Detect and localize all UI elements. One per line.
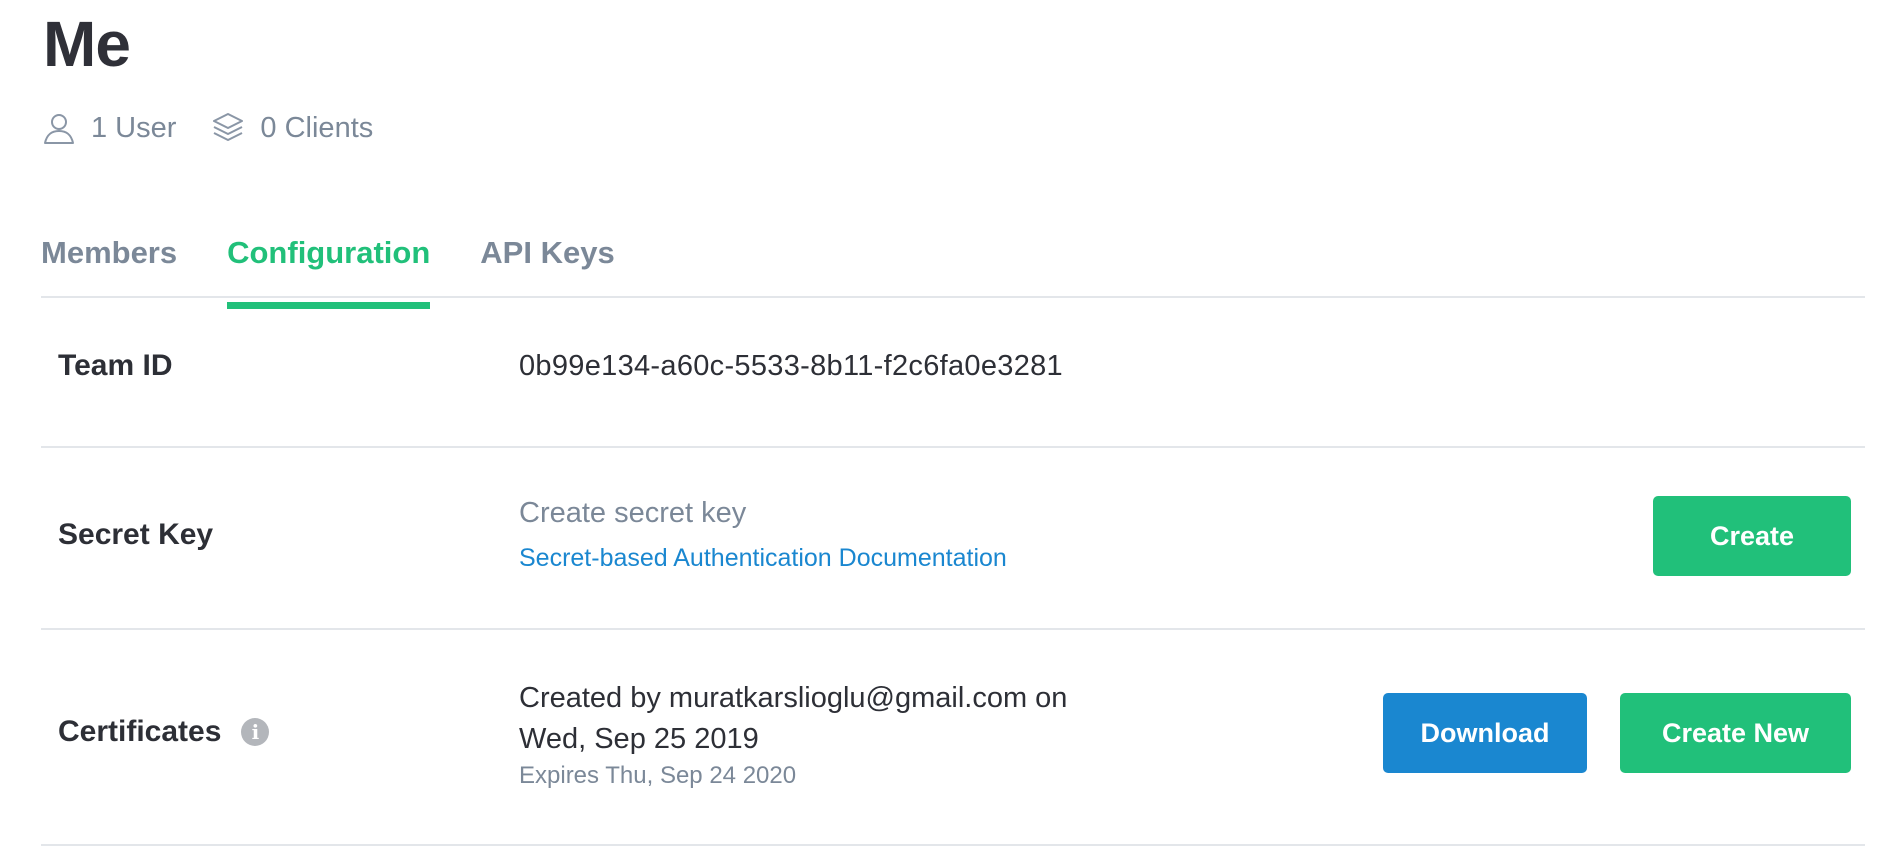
tab-configuration[interactable]: Configuration	[227, 226, 431, 309]
certificate-created-by: Created by muratkarslioglu@gmail.com on	[519, 682, 1068, 714]
certificate-expiry: Expires Thu, Sep 24 2020	[519, 762, 797, 789]
create-secret-button[interactable]: Create	[1653, 496, 1851, 576]
secret-key-row: Secret Key Create secret key Secret-base…	[41, 448, 1865, 630]
team-id-label: Team ID	[58, 349, 173, 382]
layers-icon	[213, 113, 244, 141]
page-title: Me	[43, 8, 131, 80]
tab-api-keys[interactable]: API Keys	[480, 226, 614, 296]
user-count-label: 1 User	[91, 111, 177, 144]
user-icon	[44, 114, 74, 144]
team-id-row: Team ID 0b99e134-a60c-5533-8b11-f2c6fa0e…	[41, 298, 1865, 448]
certificates-row: Certificates i Created by muratkarsliogl…	[41, 630, 1865, 846]
download-certificate-button[interactable]: Download	[1383, 693, 1587, 773]
secret-auth-docs-link[interactable]: Secret-based Authentication Documentatio…	[519, 544, 1007, 573]
create-new-certificate-button[interactable]: Create New	[1620, 693, 1851, 773]
client-count-label: 0 Clients	[260, 111, 374, 144]
secret-key-info: Create secret key Secret-based Authentic…	[519, 497, 1007, 573]
tab-members[interactable]: Members	[41, 226, 177, 296]
tab-bar: Members Configuration API Keys	[41, 226, 1865, 309]
info-icon[interactable]: i	[241, 718, 270, 746]
user-count: 1 User	[41, 110, 176, 146]
secret-key-label: Secret Key	[58, 518, 214, 551]
team-stats: 1 User 0 Clients	[41, 104, 407, 152]
certificate-info: Created by muratkarslioglu@gmail.com on …	[519, 678, 1067, 790]
certificates-label-group: Certificates i	[58, 715, 270, 749]
certificate-created-date: Wed, Sep 25 2019	[519, 723, 759, 755]
secret-key-title: Create secret key	[519, 497, 747, 529]
certificates-label: Certificates	[58, 715, 222, 748]
team-id-value: 0b99e134-a60c-5533-8b11-f2c6fa0e3281	[519, 350, 1063, 382]
client-count: 0 Clients	[210, 110, 373, 146]
